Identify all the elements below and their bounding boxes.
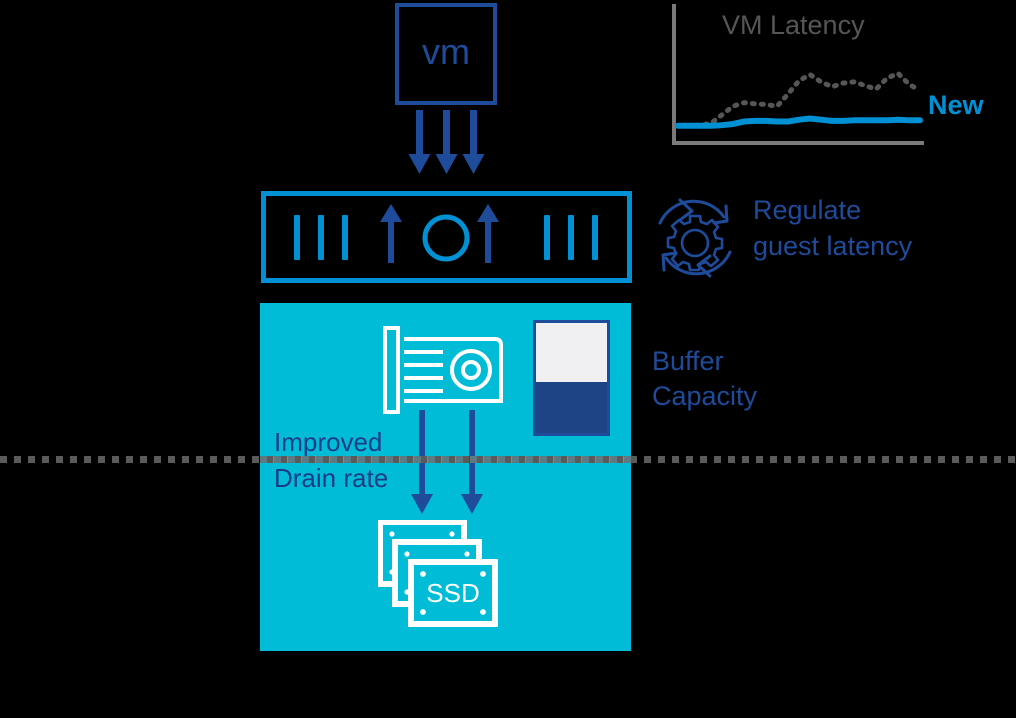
vm-label: vm bbox=[422, 31, 470, 72]
ssd-card-front: SSD bbox=[408, 559, 498, 627]
valve-bar-left-3 bbox=[342, 215, 348, 260]
regulate-label-line2: guest latency bbox=[753, 231, 913, 261]
ssd-stack-icon: SSD bbox=[378, 520, 498, 627]
regulate-label: Regulate guest latency bbox=[753, 192, 983, 264]
valve-bar-left-1 bbox=[294, 215, 300, 260]
drain-arrows-icon bbox=[411, 410, 483, 514]
valve-circle-icon bbox=[422, 214, 470, 262]
buffer-capacity-label-line2: Capacity bbox=[652, 381, 758, 411]
buffer-capacity-label: Buffer Capacity bbox=[652, 344, 872, 414]
valve-bar-right-1 bbox=[544, 215, 550, 260]
valve-bar-right-3 bbox=[592, 215, 598, 260]
valve-bar-left-2 bbox=[318, 215, 324, 260]
buffer-gauge-empty-portion bbox=[536, 323, 607, 383]
ingress-arrows-icon bbox=[408, 110, 485, 174]
chart-title: VM Latency bbox=[722, 10, 865, 40]
throttle-valve-icon bbox=[294, 204, 598, 263]
ssd-label: SSD bbox=[426, 578, 479, 608]
regulate-guest-latency-group: Regulate guest latency bbox=[650, 190, 950, 290]
storage-adapter-card-icon bbox=[383, 326, 503, 414]
chart-series-new-label: New bbox=[928, 90, 984, 120]
valve-bar-right-2 bbox=[568, 215, 574, 260]
dotted-divider-over-buffer-icon bbox=[260, 456, 631, 463]
buffer-capacity-label-line1: Buffer bbox=[652, 346, 724, 376]
gear-refresh-cycle-icon bbox=[658, 198, 732, 278]
valve-up-arrows-icon bbox=[380, 204, 499, 263]
buffer-capacity-gauge bbox=[533, 320, 610, 436]
diagram-canvas: vm Regulate guest latency Buffer Capacit… bbox=[0, 0, 1016, 718]
regulate-label-line1: Regulate bbox=[753, 195, 862, 225]
